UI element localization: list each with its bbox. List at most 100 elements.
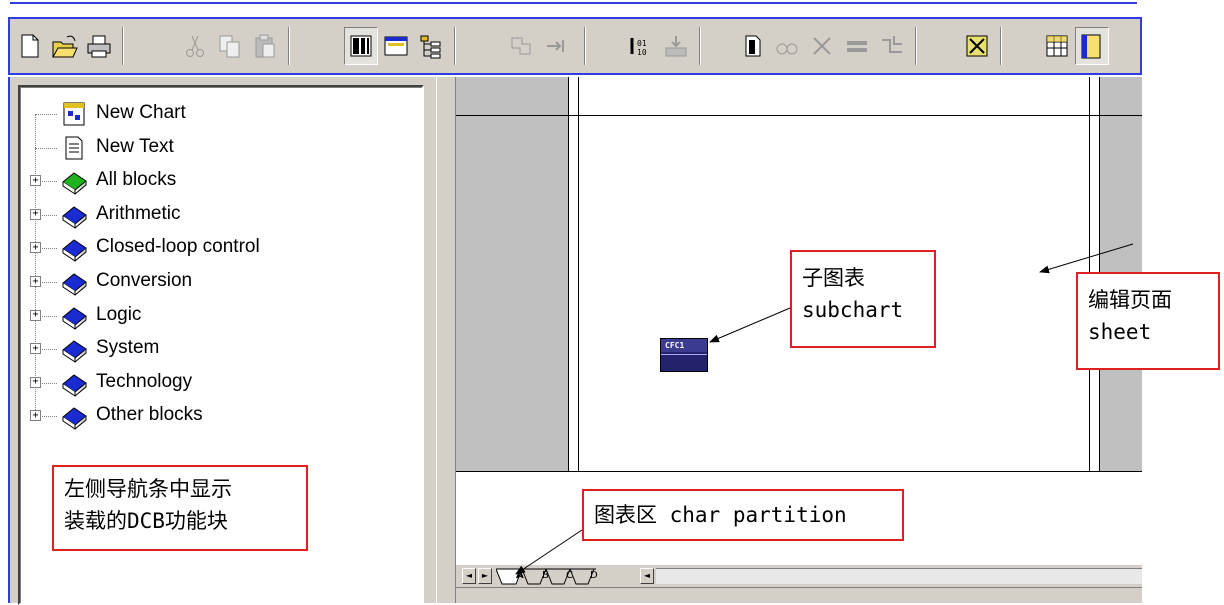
tree-item[interactable]: + All blocks xyxy=(20,164,422,198)
download-button xyxy=(659,27,693,65)
green-book-icon xyxy=(62,172,87,196)
zoom-fit-button[interactable] xyxy=(960,27,994,65)
copy-button xyxy=(213,27,247,65)
interconnect-button xyxy=(504,27,538,65)
overview-button[interactable] xyxy=(379,27,413,65)
tree-item-label: All blocks xyxy=(96,169,177,191)
scroll-left-button[interactable]: ◄ xyxy=(640,568,654,584)
chart-tree-icon xyxy=(420,35,441,59)
toolbar-separator xyxy=(122,27,124,65)
tree-item-label: New Text xyxy=(96,135,174,157)
expand-icon[interactable]: + xyxy=(30,410,41,422)
tree-item-label: System xyxy=(96,337,160,359)
expand-icon[interactable]: + xyxy=(30,208,41,220)
expand-icon[interactable]: + xyxy=(30,242,41,254)
horizontal-scrollbar[interactable] xyxy=(656,568,1142,584)
test-mode-button[interactable] xyxy=(735,27,769,65)
print-button[interactable] xyxy=(82,27,116,65)
compile-button[interactable]: 01 10 xyxy=(624,27,658,65)
copy-icon xyxy=(219,35,240,58)
left-border-line-2 xyxy=(578,77,579,472)
partition-annotation-text: 图表区 char partition xyxy=(594,503,847,527)
toolbar-separator xyxy=(915,27,917,65)
tree-item[interactable]: + Logic xyxy=(20,299,422,333)
chart-tree-button[interactable] xyxy=(414,27,448,65)
tree-item[interactable]: New Text xyxy=(20,131,422,165)
watch-button xyxy=(770,27,804,65)
route-button xyxy=(875,27,909,65)
sheet-view-button[interactable] xyxy=(1075,27,1109,65)
tree-item[interactable]: + Conversion xyxy=(20,265,422,299)
sheet-annotation: 编辑页面 sheet xyxy=(1076,272,1220,370)
subchart-annotation-line1: 子图表 xyxy=(802,266,865,290)
sheet-tab-d[interactable]: D xyxy=(590,568,598,584)
toolbar-separator xyxy=(699,27,701,65)
tree-item[interactable]: New Chart xyxy=(20,97,422,131)
tree-item-label: Conversion xyxy=(96,270,193,291)
tree-item-label: Arithmetic xyxy=(96,202,181,224)
overview-icon xyxy=(384,36,408,56)
route-icon xyxy=(882,36,902,53)
book-icon xyxy=(62,239,87,263)
tree-item-label: Logic xyxy=(96,303,142,325)
sheet-tab-b[interactable]: B xyxy=(542,568,549,584)
paste-button xyxy=(248,27,282,65)
expand-icon[interactable]: + xyxy=(30,343,41,355)
left-border-line xyxy=(568,77,569,472)
subchart-block[interactable]: CFC1 xyxy=(660,338,708,372)
tree-item[interactable]: + System xyxy=(20,332,422,366)
expand-icon[interactable]: + xyxy=(30,376,41,388)
last-sheet-button[interactable]: ► xyxy=(478,568,492,584)
table-view-icon xyxy=(1046,35,1068,57)
watch-icon xyxy=(776,43,798,55)
expand-icon[interactable]: + xyxy=(30,309,41,321)
catalog-icon xyxy=(350,35,372,57)
tree-item[interactable]: + Closed-loop control xyxy=(20,231,422,265)
sheet-left-margin xyxy=(456,77,568,472)
toolbar-separator xyxy=(454,27,456,65)
book-icon xyxy=(62,407,87,431)
catalog-button[interactable] xyxy=(344,27,378,65)
svg-text:10: 10 xyxy=(637,48,647,57)
book-icon xyxy=(62,273,87,296)
subchart-annotation: 子图表 subchart xyxy=(790,250,936,348)
align-button xyxy=(840,27,874,65)
tree-item[interactable]: + Technology xyxy=(20,366,422,400)
toolbar-separator xyxy=(584,27,586,65)
open-folder-icon xyxy=(52,35,78,58)
connect-icon xyxy=(547,40,564,52)
sheet-bottom-line xyxy=(456,471,1142,472)
first-sheet-button[interactable]: ◄ xyxy=(462,568,476,584)
compile-icon: 0110 xyxy=(630,38,647,57)
panel-splitter[interactable] xyxy=(436,77,456,603)
subchart-block-divider xyxy=(661,354,707,355)
new-text-icon xyxy=(65,136,83,160)
table-view-button[interactable] xyxy=(1040,27,1074,65)
connect-button xyxy=(539,27,573,65)
open-folder-button[interactable] xyxy=(47,27,81,65)
book-icon xyxy=(62,206,87,229)
sheet-tab-a[interactable]: A xyxy=(516,568,524,584)
nav-annotation-line2: 装载的DCB功能块 xyxy=(64,509,228,533)
tree-item[interactable]: + Other blocks xyxy=(20,399,422,433)
sheet-tabs xyxy=(496,568,596,585)
subchart-annotation-line2: subchart xyxy=(802,298,904,322)
expand-icon[interactable]: + xyxy=(30,276,41,287)
new-chart-icon xyxy=(63,102,85,126)
test-mode-icon xyxy=(745,35,761,57)
tree-item-label: New Chart xyxy=(96,102,186,123)
toolbar-separator xyxy=(288,27,290,65)
tree-item-label: Technology xyxy=(96,370,193,392)
nav-annotation: 左侧导航条中显示 装载的DCB功能块 xyxy=(52,465,308,551)
print-icon xyxy=(87,35,111,58)
new-button[interactable] xyxy=(12,27,46,65)
interconnect-icon xyxy=(511,37,531,55)
book-icon xyxy=(62,306,87,330)
cut-icon xyxy=(186,35,204,57)
subchart-block-title: CFC1 xyxy=(661,339,707,352)
partition-annotation: 图表区 char partition xyxy=(582,489,904,541)
tree-item-label: Other blocks xyxy=(96,404,203,426)
tree-item[interactable]: + Arithmetic xyxy=(20,198,422,232)
sheet-tab-c[interactable]: C xyxy=(566,568,573,584)
expand-icon[interactable]: + xyxy=(30,175,41,187)
